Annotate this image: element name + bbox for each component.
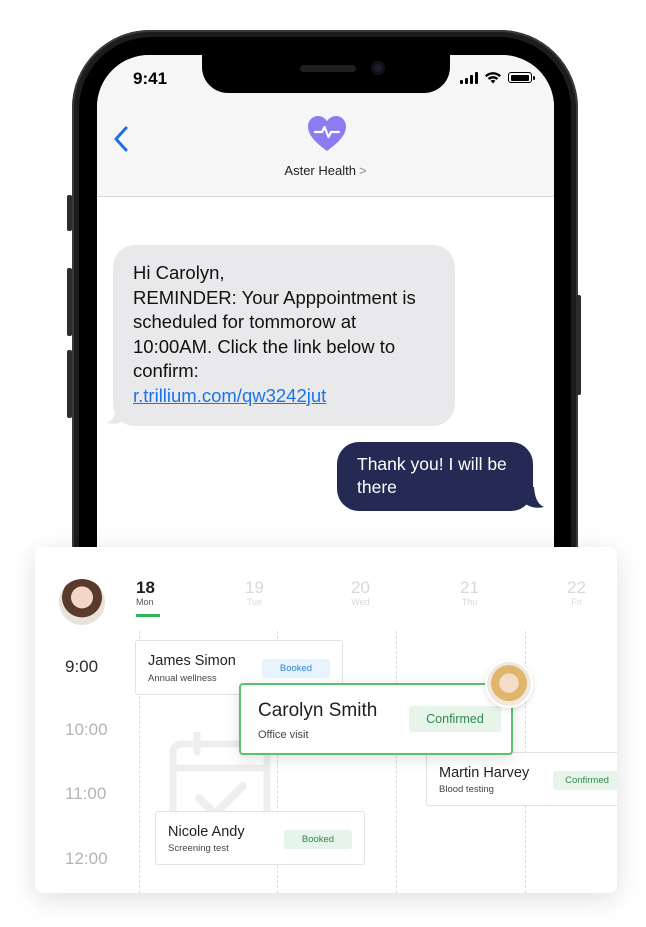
day-of-week: Fri <box>571 597 582 607</box>
back-chevron-icon[interactable] <box>111 125 133 153</box>
message-line: scheduled for tommorow at <box>133 311 357 332</box>
conversation-header: 9:41 Aster Health > <box>97 55 554 197</box>
day-number: 18 <box>136 578 155 597</box>
speaker-grille <box>300 65 356 72</box>
day-number: 22 <box>567 578 586 597</box>
message-line: confirm: <box>133 360 199 381</box>
day-of-week: Wed <box>351 597 370 607</box>
incoming-message-bubble: Hi Carolyn, REMINDER: Your Apppointment … <box>113 245 455 426</box>
volume-up-button <box>67 268 72 336</box>
power-button <box>576 295 581 395</box>
active-day-underline <box>136 614 160 617</box>
time-label: 11:00 <box>65 784 107 803</box>
mute-switch <box>67 195 72 231</box>
column-divider <box>396 631 397 893</box>
heart-pulse-icon[interactable] <box>307 115 347 153</box>
day-number: 20 <box>351 578 370 597</box>
patient-name: Carolyn Smith <box>258 700 378 721</box>
day-wed[interactable]: 20 Wed <box>351 578 370 608</box>
patient-name: Martin Harvey <box>439 765 530 781</box>
patient-avatar <box>485 660 533 708</box>
confirmation-link[interactable]: r.trillium.com/qw3242jut <box>133 384 437 409</box>
time-label: 10:00 <box>65 720 108 739</box>
patient-name: James Simon <box>148 653 236 669</box>
message-line: 10:00AM. Click the link below to <box>133 335 396 357</box>
notch <box>202 55 450 93</box>
contact-name[interactable]: Aster Health > <box>97 163 554 178</box>
status-icons <box>460 71 535 84</box>
day-thu[interactable]: 21 Thu <box>460 578 479 608</box>
calendar-card: 18 Mon 19 Tue 20 Wed 21 Thu 22 Fri 9:00 … <box>35 547 617 893</box>
appointment-type: Screening test <box>168 843 229 854</box>
message-line: REMINDER: Your Apppointment is <box>133 286 416 308</box>
day-of-week: Thu <box>461 597 478 607</box>
battery-icon <box>508 72 535 83</box>
appointment-card[interactable]: Martin Harvey Blood testing Confirmed <box>426 752 617 806</box>
day-tue[interactable]: 19 Tue <box>245 578 264 608</box>
day-number: 19 <box>245 578 264 597</box>
time-label: 9:00 <box>65 657 99 676</box>
doctor-avatar <box>59 579 105 625</box>
status-time: 9:41 <box>133 69 168 88</box>
chevron-right-icon: > <box>358 163 367 178</box>
volume-down-button <box>67 350 72 418</box>
appointment-card-highlighted[interactable]: Carolyn Smith Office visit Confirmed <box>239 683 513 755</box>
appointment-type: Annual wellness <box>148 673 217 684</box>
outgoing-message-bubble: Thank you! I will be there <box>337 442 533 511</box>
status-badge: Booked <box>284 830 352 849</box>
status-badge: Booked <box>262 659 330 678</box>
status-badge: Confirmed <box>553 771 617 790</box>
appointment-type: Office visit <box>258 729 309 741</box>
status-badge: Confirmed <box>409 706 501 732</box>
day-fri[interactable]: 22 Fri <box>567 578 586 608</box>
message-line: Hi Carolyn, <box>133 262 225 283</box>
day-number: 21 <box>460 578 479 597</box>
wifi-icon <box>485 72 501 84</box>
front-camera <box>371 61 385 75</box>
appointment-type: Blood testing <box>439 784 494 795</box>
day-mon[interactable]: 18 Mon <box>136 578 155 608</box>
signal-icon <box>460 71 478 84</box>
day-of-week: Tue <box>246 597 263 607</box>
day-of-week: Mon <box>136 597 154 607</box>
contact-name-label: Aster Health <box>284 163 356 178</box>
time-label: 12:00 <box>65 849 108 868</box>
appointment-card[interactable]: Nicole Andy Screening test Booked <box>155 811 365 865</box>
patient-name: Nicole Andy <box>168 824 245 840</box>
